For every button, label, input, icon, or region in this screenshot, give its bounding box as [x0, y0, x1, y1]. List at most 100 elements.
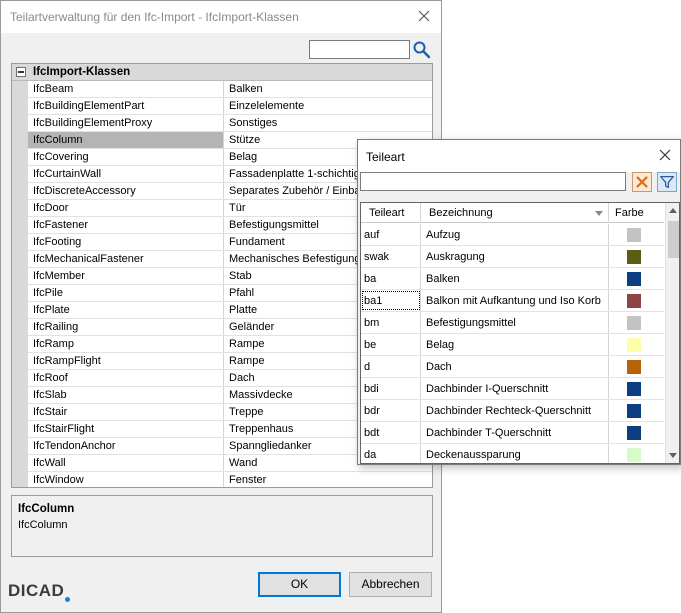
- farbe-cell[interactable]: [609, 422, 664, 443]
- tree-row[interactable]: IfcBuildingElementProxy Sonstiges: [28, 115, 432, 132]
- ifc-class-cell[interactable]: IfcDiscreteAccessory: [28, 183, 224, 199]
- ifc-class-cell[interactable]: IfcMember: [28, 268, 224, 284]
- ifc-class-cell[interactable]: IfcBeam: [28, 81, 224, 97]
- grid-row[interactable]: ba1 Balkon mit Aufkantung und Iso Korb: [361, 290, 664, 312]
- grid-row[interactable]: bm Befestigungsmittel: [361, 312, 664, 334]
- grid-row[interactable]: da Deckenaussparung: [361, 444, 664, 463]
- vertical-scrollbar[interactable]: [665, 203, 679, 463]
- ifc-class-cell[interactable]: IfcPlate: [28, 302, 224, 318]
- grid-row[interactable]: bdr Dachbinder Rechteck-Querschnitt: [361, 400, 664, 422]
- grid-row[interactable]: swak Auskragung: [361, 246, 664, 268]
- color-swatch: [627, 404, 641, 418]
- bezeichnung-cell[interactable]: Dachbinder T-Querschnitt: [421, 422, 609, 443]
- bezeichnung-cell[interactable]: Dachbinder Rechteck-Querschnitt: [421, 400, 609, 421]
- teileart-key-cell[interactable]: bdr: [361, 400, 421, 421]
- column-header-bezeichnung[interactable]: Bezeichnung: [421, 203, 609, 223]
- grid-row[interactable]: d Dach: [361, 356, 664, 378]
- description-panel: IfcColumn IfcColumn: [11, 495, 433, 557]
- cancel-button[interactable]: Abbrechen: [349, 572, 432, 597]
- ifc-class-cell[interactable]: IfcBuildingElementPart: [28, 98, 224, 114]
- teilart-cell[interactable]: Balken: [224, 81, 432, 97]
- ifc-class-cell[interactable]: IfcPile: [28, 285, 224, 301]
- bezeichnung-cell[interactable]: Balken: [421, 268, 609, 289]
- column-header-farbe[interactable]: Farbe: [609, 203, 664, 223]
- clear-filter-icon[interactable]: [632, 172, 652, 192]
- ifc-class-cell[interactable]: IfcRailing: [28, 319, 224, 335]
- bezeichnung-cell[interactable]: Balkon mit Aufkantung und Iso Korb: [421, 290, 609, 311]
- grid-row[interactable]: bdi Dachbinder I-Querschnitt: [361, 378, 664, 400]
- scroll-down-icon[interactable]: [669, 453, 677, 458]
- teilart-cell[interactable]: Fenster: [224, 472, 432, 487]
- grid-row[interactable]: ba Balken: [361, 268, 664, 290]
- ifc-class-cell[interactable]: IfcFastener: [28, 217, 224, 233]
- collapse-icon[interactable]: [16, 67, 26, 77]
- ifc-class-cell[interactable]: IfcMechanicalFastener: [28, 251, 224, 267]
- teilart-cell[interactable]: Sonstiges: [224, 115, 432, 131]
- ifc-class-cell[interactable]: IfcRamp: [28, 336, 224, 352]
- teileart-key-cell[interactable]: d: [361, 356, 421, 377]
- ifc-class-cell[interactable]: IfcWindow: [28, 472, 224, 487]
- teilart-cell[interactable]: Einzelelemente: [224, 98, 432, 114]
- teileart-key-cell[interactable]: ba: [361, 268, 421, 289]
- grid-header: Teileart Bezeichnung Farbe: [361, 203, 664, 223]
- close-icon[interactable]: [658, 148, 672, 162]
- bezeichnung-cell[interactable]: Deckenaussparung: [421, 444, 609, 463]
- teileart-key-cell[interactable]: bdt: [361, 422, 421, 443]
- ifc-class-cell[interactable]: IfcRoof: [28, 370, 224, 386]
- bezeichnung-cell[interactable]: Befestigungsmittel: [421, 312, 609, 333]
- farbe-cell[interactable]: [609, 268, 664, 289]
- ifc-class-cell[interactable]: IfcCovering: [28, 149, 224, 165]
- grid-row[interactable]: auf Aufzug: [361, 224, 664, 246]
- grid-row[interactable]: be Belag: [361, 334, 664, 356]
- bezeichnung-cell[interactable]: Aufzug: [421, 224, 609, 245]
- bezeichnung-cell[interactable]: Auskragung: [421, 246, 609, 267]
- filter-icon[interactable]: [657, 172, 677, 192]
- teileart-key-cell[interactable]: swak: [361, 246, 421, 267]
- farbe-cell[interactable]: [609, 378, 664, 399]
- bezeichnung-cell[interactable]: Dach: [421, 356, 609, 377]
- farbe-cell[interactable]: [609, 334, 664, 355]
- farbe-cell[interactable]: [609, 444, 664, 463]
- ifc-class-cell[interactable]: IfcStairFlight: [28, 421, 224, 437]
- farbe-cell[interactable]: [609, 312, 664, 333]
- ifc-class-cell[interactable]: IfcDoor: [28, 200, 224, 216]
- farbe-cell[interactable]: [609, 356, 664, 377]
- color-swatch: [627, 426, 641, 440]
- teilart-popup: Teileart Teileart Bezeichnung Farbe auf A…: [357, 139, 681, 465]
- ifc-class-cell[interactable]: IfcColumn: [28, 132, 224, 148]
- column-header-teileart[interactable]: Teileart: [361, 203, 421, 223]
- ifc-class-cell[interactable]: IfcFooting: [28, 234, 224, 250]
- ifc-class-cell[interactable]: IfcRampFlight: [28, 353, 224, 369]
- tree-row[interactable]: IfcWindow Fenster: [28, 472, 432, 487]
- bezeichnung-cell[interactable]: Belag: [421, 334, 609, 355]
- grid-row[interactable]: bdt Dachbinder T-Querschnitt: [361, 422, 664, 444]
- teileart-key-cell[interactable]: bdi: [361, 378, 421, 399]
- teileart-key-cell[interactable]: da: [361, 444, 421, 463]
- ifc-class-cell[interactable]: IfcBuildingElementProxy: [28, 115, 224, 131]
- tree-group-header[interactable]: IfcImport-Klassen: [12, 64, 432, 81]
- ifc-class-cell[interactable]: IfcTendonAnchor: [28, 438, 224, 454]
- teileart-key-cell[interactable]: auf: [361, 224, 421, 245]
- farbe-cell[interactable]: [609, 290, 664, 311]
- tree-row[interactable]: IfcBuildingElementPart Einzelelemente: [28, 98, 432, 115]
- farbe-cell[interactable]: [609, 400, 664, 421]
- teileart-key-cell[interactable]: be: [361, 334, 421, 355]
- farbe-cell[interactable]: [609, 246, 664, 267]
- filter-input[interactable]: [360, 172, 626, 191]
- ifc-class-cell[interactable]: IfcStair: [28, 404, 224, 420]
- close-icon[interactable]: [417, 9, 431, 23]
- search-icon[interactable]: [412, 40, 431, 59]
- ifc-class-cell[interactable]: IfcWall: [28, 455, 224, 471]
- scroll-thumb[interactable]: [668, 221, 679, 258]
- ifc-class-cell[interactable]: IfcSlab: [28, 387, 224, 403]
- tree-row[interactable]: IfcBeam Balken: [28, 81, 432, 98]
- ok-button[interactable]: OK: [258, 572, 341, 597]
- farbe-cell[interactable]: [609, 224, 664, 245]
- search-input[interactable]: [309, 40, 410, 59]
- bezeichnung-cell[interactable]: Dachbinder I-Querschnitt: [421, 378, 609, 399]
- ifc-class-cell[interactable]: IfcCurtainWall: [28, 166, 224, 182]
- teileart-key-cell[interactable]: bm: [361, 312, 421, 333]
- color-swatch: [627, 250, 641, 264]
- scroll-up-icon[interactable]: [669, 208, 677, 213]
- teileart-key-cell[interactable]: ba1: [361, 290, 421, 311]
